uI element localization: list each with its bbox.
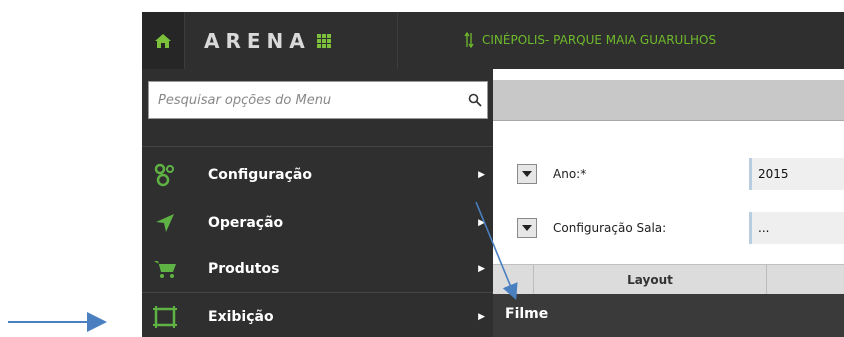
home-button[interactable]: [142, 12, 185, 69]
chevron-right-icon: ▶: [478, 218, 485, 228]
chevron-right-icon: ▶: [478, 312, 485, 322]
cinema-selector[interactable]: CINÉPOLIS- PARQUE MAIA GUARULHOS: [464, 32, 716, 48]
filme-label: Filme: [505, 306, 549, 322]
search-icon[interactable]: [463, 93, 487, 107]
logo-grid-icon: [316, 34, 331, 48]
location-arrow-icon: [148, 208, 182, 238]
gears-icon: [148, 160, 182, 190]
config-sala-row: Configuração Sala: ...: [493, 208, 844, 248]
home-icon: [155, 33, 171, 48]
chevron-right-icon: ▶: [478, 264, 485, 274]
submenu-filme[interactable]: Filme: [493, 294, 844, 337]
content-header-band: [493, 80, 844, 121]
top-bar: ARENA CINÉPOLIS- PARQUE MAIA GUARULHOS: [142, 12, 844, 69]
sidebar-menu: Pesquisar opções do Menu Configuração ▶ …: [142, 69, 493, 337]
menu-divider: [142, 146, 493, 147]
sidebar-item-label: Produtos: [208, 261, 280, 277]
cart-icon: [148, 254, 182, 284]
sidebar-item-label: Exibição: [208, 309, 274, 325]
sidebar-item-configuracao[interactable]: Configuração ▶: [142, 155, 493, 195]
sidebar-item-exibicao[interactable]: Exibição ▶: [142, 297, 493, 337]
screen-frame-icon: [148, 302, 182, 332]
dropdown-arrow-icon: [522, 225, 532, 231]
chevron-right-icon: ▶: [478, 170, 485, 180]
config-sala-dropdown-button[interactable]: [517, 218, 537, 238]
menu-search-field[interactable]: Pesquisar opções do Menu: [148, 81, 488, 119]
ano-dropdown-button[interactable]: [517, 164, 537, 184]
sidebar-item-operacao[interactable]: Operação ▶: [142, 203, 493, 243]
config-sala-field[interactable]: ...: [749, 212, 844, 244]
sidebar-item-produtos[interactable]: Produtos ▶: [142, 249, 493, 289]
config-sala-label: Configuração Sala:: [553, 221, 667, 235]
dropdown-arrow-icon: [522, 171, 532, 177]
cinema-name: CINÉPOLIS- PARQUE MAIA GUARULHOS: [482, 33, 717, 47]
header-divider: [397, 12, 398, 69]
ano-label: Ano:*: [553, 167, 587, 181]
swap-arrows-icon: [464, 32, 474, 48]
menu-divider: [142, 292, 493, 293]
ano-row: Ano:* 2015: [493, 154, 844, 194]
sidebar-item-label: Operação: [208, 215, 284, 231]
layout-column-header[interactable]: Layout: [533, 265, 767, 295]
arena-logo[interactable]: ARENA: [204, 29, 331, 53]
sidebar-item-label: Configuração: [208, 167, 312, 183]
ano-field[interactable]: 2015: [749, 158, 844, 190]
table-header: Layout: [493, 264, 844, 295]
logo-text: ARENA: [204, 29, 311, 53]
menu-search-placeholder: Pesquisar opções do Menu: [158, 92, 332, 108]
